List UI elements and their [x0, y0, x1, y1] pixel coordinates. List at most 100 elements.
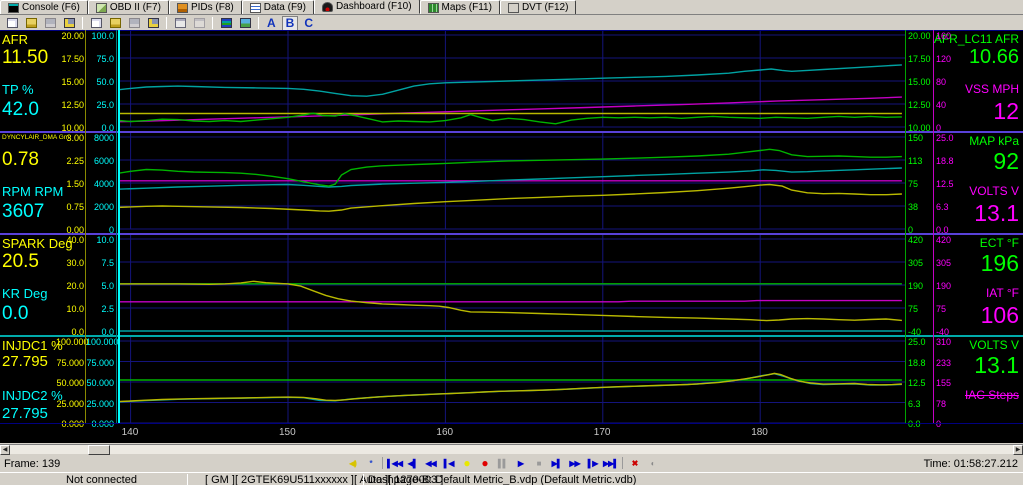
axis-tick-label: 75.000: [86, 357, 114, 368]
axis-tick-label: 190: [936, 281, 952, 291]
dashpage-c-button[interactable]: C: [301, 16, 316, 30]
dashpage-status: Dashpage-B: Default Metric_B.vdp (Defaul…: [368, 474, 637, 485]
play-button[interactable]: ▶: [512, 456, 529, 470]
save-log-as-button[interactable]: [145, 17, 161, 30]
maps-tab-icon: [427, 2, 439, 13]
dashpage-b-button[interactable]: B: [281, 15, 299, 31]
save-button[interactable]: [42, 17, 58, 30]
magenta-axis-scale: 310 233 155 78 0: [936, 336, 960, 443]
tab-label: OBD II (F7): [109, 2, 161, 13]
tab-dashboard[interactable]: Dashboard (F10): [313, 0, 420, 14]
tab-maps[interactable]: Maps (F11): [419, 0, 500, 14]
param-label: AFR: [2, 32, 28, 47]
tab-dvt[interactable]: DVT (F12): [499, 0, 577, 14]
scroll-right-arrow[interactable]: ▶: [1013, 445, 1023, 455]
settings-button[interactable]: *: [362, 456, 379, 470]
yellow-trace: [118, 372, 902, 403]
param-label: INJDC2 %: [2, 388, 63, 403]
open-log-button[interactable]: [107, 17, 123, 30]
axis-tick-label: 78: [936, 398, 947, 409]
yellow-axis-scale: 40.0 30.0 20.0 10.0 0.0: [56, 234, 84, 337]
new-file-button[interactable]: [4, 17, 20, 30]
compare-button[interactable]: ◐: [644, 456, 661, 470]
next-marker-button[interactable]: ▌▶: [584, 456, 601, 470]
scroll-left-arrow[interactable]: ◀: [0, 445, 10, 455]
open-file-button[interactable]: [23, 17, 39, 30]
connection-status: Not connected: [66, 474, 137, 485]
axis-tick-label: 50.0: [96, 77, 114, 87]
transport-controls: ◀) * ▌◀◀ ◀▌ ◀◀ ▌◀ ● ● ▌▌ ▶ ■ ▶▌ ▶▶ ▌▶ ▶▶▌ ✖ ◐: [344, 456, 661, 470]
tab-pids[interactable]: PIDs (F8): [168, 0, 242, 14]
background-button[interactable]: [237, 17, 253, 30]
save-log-button[interactable]: [126, 17, 142, 30]
axis-tick-label: 4000: [93, 179, 114, 189]
magenta-axis-scale: 160 120 80 40 0: [936, 30, 960, 133]
receive-button[interactable]: [191, 17, 207, 30]
step-forward-button[interactable]: ▶▌: [548, 456, 565, 470]
toolbar-separator: [82, 17, 83, 29]
obd-tab-icon: [95, 2, 107, 13]
x-axis-tick-label: 140: [121, 427, 139, 438]
axis-tick-label: 18.8: [936, 156, 954, 166]
save-as-button[interactable]: [61, 17, 77, 30]
left-param-panel: SPARK Deg 20.5 KR Deg 0.0: [2, 234, 73, 336]
cyan-axis-scale: 100.0 75.0 50.0 25.0 0.0: [86, 30, 114, 133]
axis-tick-label: 12.5: [936, 179, 954, 189]
axis-tick-label: 190: [908, 281, 924, 291]
axis-tick-label: 25.000: [86, 398, 114, 409]
record-button[interactable]: ●: [476, 456, 493, 470]
toolbar: ABC: [0, 15, 1023, 31]
param-value: 13.1: [974, 200, 1019, 226]
fast-forward-button[interactable]: ▶▶: [566, 456, 583, 470]
plot-row-4[interactable]: [118, 336, 905, 443]
chart-row-4: INJDC1 % 27.795 INJDC2 % 27.795 VOLTS V 13.1 I…: [0, 336, 1023, 443]
go-start-button[interactable]: ▌◀◀: [386, 456, 403, 470]
tab-obd[interactable]: OBD II (F7): [87, 0, 169, 14]
axis-tick-label: 25.0: [96, 100, 114, 110]
param-value: 196: [980, 250, 1019, 276]
rewind-button[interactable]: ◀◀: [422, 456, 439, 470]
horizontal-scrollbar[interactable]: ◀ ▶: [0, 444, 1023, 455]
stop-button[interactable]: ■: [530, 456, 547, 470]
dashboard-tab-icon: [321, 1, 333, 12]
disk-icon: [128, 18, 140, 28]
param-label: KR Deg: [2, 286, 48, 301]
status-bar: Not connected [ GM ][ 2GTEK69U511xxxxxx …: [0, 472, 1023, 485]
close-log-button[interactable]: ✖: [626, 456, 643, 470]
axis-tick-label: 0: [936, 419, 942, 429]
green-axis-scale: 25.0 18.8 12.5 6.3 0.0: [908, 336, 934, 443]
axis-tick-label: 15.00: [61, 77, 84, 87]
go-end-button[interactable]: ▶▶▌: [602, 456, 619, 470]
prev-marker-button[interactable]: ◀▌: [404, 456, 421, 470]
frame-cursor[interactable]: [117, 30, 120, 423]
plot-row-3[interactable]: [118, 234, 905, 336]
x-axis-tick-label: 150: [278, 427, 296, 438]
axis-tick-label: 10.0: [66, 304, 84, 314]
axis-tick-label: 420: [908, 235, 924, 245]
axis-tick-label: 17.50: [61, 54, 84, 64]
tab-data[interactable]: Data (F9): [241, 0, 314, 14]
sound-button[interactable]: ◀): [344, 456, 361, 470]
axis-tick-label: 10.0: [96, 235, 114, 245]
param-value: 10.66: [968, 46, 1019, 68]
new-log-button[interactable]: [88, 17, 104, 30]
stripes-icon: [220, 18, 232, 28]
dashpage-a-button[interactable]: A: [264, 16, 279, 30]
plot-row-1[interactable]: [118, 30, 905, 132]
send-button[interactable]: [172, 17, 188, 30]
slow-play-button[interactable]: ●: [458, 456, 475, 470]
param-label: VOLTS V: [969, 184, 1019, 198]
pause-button[interactable]: ▌▌: [494, 456, 511, 470]
scrollbar-thumb[interactable]: [88, 445, 110, 455]
param-value: 0.0: [2, 303, 29, 324]
axis-tick-label: 160: [936, 31, 952, 41]
chart-row-2: DYNCYLAIR_DMA Gm 0.78 RPM RPM 3607 MAP kPa 92…: [0, 132, 1023, 235]
axis-tick-label: 8000: [93, 133, 114, 143]
toolbar-separator: [166, 17, 167, 29]
dash-style-button[interactable]: [218, 17, 234, 30]
axis-tick-label: 75.0: [96, 54, 114, 64]
step-back-button[interactable]: ▌◀: [440, 456, 457, 470]
plot-row-2[interactable]: [118, 132, 905, 234]
efilive-scan-tool-window: Console (F6) OBD II (F7) PIDs (F8) Data (F9…: [0, 0, 1023, 485]
tab-console[interactable]: Console (F6): [0, 0, 88, 14]
